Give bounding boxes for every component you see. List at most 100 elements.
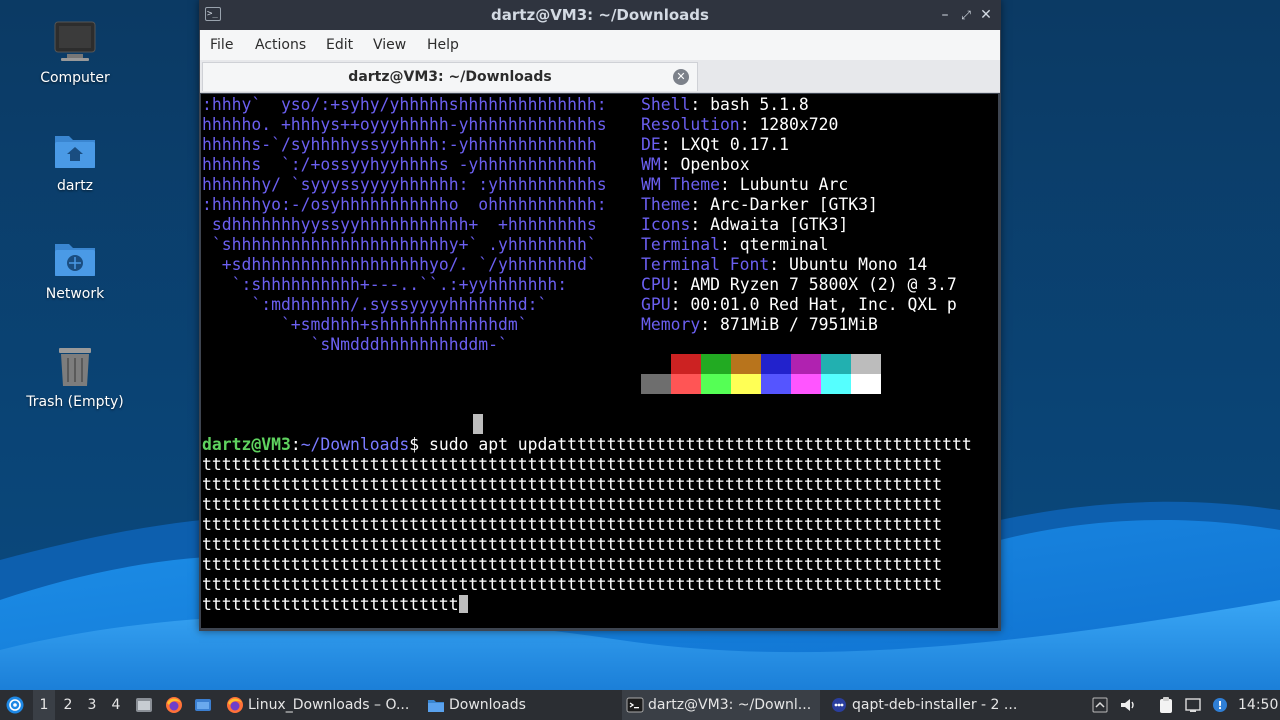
system-info-value: 871MiB / 7951MiB — [719, 315, 878, 334]
ascii-logo-line: `sNmdddhhhhhhhhddm-` — [202, 335, 508, 354]
command-area[interactable]: dartz@VM3:~/Downloads$ sudo apt updatttt… — [202, 435, 972, 615]
terminal-tab[interactable]: dartz@VM3: ~/Downloads ✕ — [202, 62, 698, 91]
terminal-window[interactable]: >_ dartz@VM3: ~/Downloads – ⤢ ✕ File Act… — [199, 0, 1001, 631]
system-info-key: Terminal Font — [641, 255, 770, 274]
system-info-key: DE — [641, 135, 661, 154]
color-swatch — [851, 354, 881, 374]
system-info-value: LXQt 0.17.1 — [680, 135, 790, 154]
tab-close-icon[interactable]: ✕ — [673, 69, 689, 85]
system-info-key: Icons — [641, 215, 691, 234]
system-info-line: WM Theme: Lubuntu Arc — [641, 175, 849, 194]
prompt-path: ~/Downloads — [300, 435, 410, 454]
ascii-logo-line: :hhhhhyo:-/osyhhhhhhhhhhho ohhhhhhhhhhh: — [202, 195, 607, 214]
color-swatch — [641, 354, 671, 374]
system-info-line: Terminal: qterminal — [641, 235, 829, 254]
home-folder-icon — [53, 128, 97, 172]
system-info-value: AMD Ryzen 7 5800X (2) @ 3.7 — [690, 275, 957, 294]
system-info-value: Openbox — [680, 155, 750, 174]
task-downloads[interactable]: Downloads — [423, 690, 613, 720]
desktop-icon-label: Network — [45, 286, 105, 302]
installer-icon — [830, 696, 848, 714]
task-qapt-installer[interactable]: qapt-deb-installer - 2 ... — [826, 690, 1026, 720]
task-label: Downloads — [449, 697, 526, 713]
volume-icon[interactable] — [1119, 696, 1137, 714]
desktop-icon-label: dartz — [56, 178, 94, 194]
command-continuation: tttttttttttttttttttttttttttttttttttttttt… — [202, 455, 943, 594]
color-swatch — [851, 374, 881, 394]
system-info-key: GPU — [641, 295, 671, 314]
system-info: Shell: bash 5.1.8 Resolution: 1280x720 DE:… — [641, 95, 957, 335]
ascii-logo-line: sdhhhhhhhyyssyyhhhhhhhhhhh+ +hhhhhhhhs — [202, 215, 597, 234]
ascii-logo-line: `shhhhhhhhhhhhhhhhhhhhhhy+` .yhhhhhhhh` — [202, 235, 597, 254]
system-info-key: Resolution — [641, 115, 740, 134]
system-info-line: WM: Openbox — [641, 155, 750, 174]
lubuntu-menu-icon[interactable] — [6, 696, 24, 714]
color-palette-normal — [641, 354, 881, 374]
desktop-icon-computer[interactable]: Computer — [20, 20, 130, 86]
desktop-icon-trash[interactable]: Trash (Empty) — [20, 344, 130, 410]
firefox-icon[interactable] — [165, 696, 183, 714]
ascii-logo-line: `:mdhhhhhh/.syssyyyyhhhhhhhd:` — [202, 295, 548, 314]
system-info-key: Memory — [641, 315, 701, 334]
system-info-key: CPU — [641, 275, 671, 294]
menu-file[interactable]: File — [210, 37, 233, 53]
close-button[interactable]: ✕ — [976, 5, 996, 25]
system-info-line: GPU: 00:01.0 Red Hat, Inc. QXL p — [641, 295, 957, 314]
system-info-key: WM — [641, 155, 661, 174]
folder-icon — [427, 696, 445, 714]
workspace-2[interactable]: 2 — [57, 690, 79, 720]
menu-view[interactable]: View — [373, 37, 406, 53]
task-firefox[interactable]: Linux_Downloads – O... — [222, 690, 417, 720]
color-swatch — [821, 354, 851, 374]
tray-expand-icon[interactable] — [1091, 696, 1109, 714]
ascii-logo-line: `+smdhhh+shhhhhhhhhhhhdm` — [202, 315, 528, 334]
workspace-4[interactable]: 4 — [105, 690, 127, 720]
color-swatch — [791, 374, 821, 394]
clock[interactable]: 14:50 — [1238, 690, 1278, 720]
desktop-icon-network[interactable]: Network — [20, 236, 130, 302]
command-text: sudo apt updattttttttttttttttttttttttttt… — [429, 435, 972, 454]
minimize-button[interactable]: – — [935, 5, 955, 25]
desktop-icon-label: Computer — [40, 70, 110, 86]
mouse-text-cursor — [473, 414, 483, 434]
svg-text:!: ! — [1217, 699, 1222, 712]
ascii-logo-line: `:shhhhhhhhhh+---..``.:+yyhhhhhhh: — [202, 275, 568, 294]
terminal-output[interactable]: :hhhy` yso/:+syhy/yhhhhhshhhhhhhhhhhhhh:… — [201, 94, 998, 628]
color-swatch — [701, 374, 731, 394]
menu-edit[interactable]: Edit — [326, 37, 353, 53]
network-status-icon[interactable] — [1184, 696, 1202, 714]
firefox-icon — [226, 696, 244, 714]
window-title: dartz@VM3: ~/Downloads — [491, 6, 709, 24]
system-info-value: Ubuntu Mono 14 — [789, 255, 928, 274]
menu-help[interactable]: Help — [427, 37, 459, 53]
task-label: dartz@VM3: ~/Downl... — [648, 697, 812, 713]
window-titlebar[interactable]: >_ dartz@VM3: ~/Downloads – ⤢ ✕ — [199, 0, 1001, 30]
update-notifier-icon[interactable]: ! — [1211, 696, 1229, 714]
show-desktop-icon[interactable] — [135, 696, 153, 714]
system-info-value: Lubuntu Arc — [739, 175, 849, 194]
ascii-logo-line: hhhhhs-`/syhhhhyssyyhhhh:-yhhhhhhhhhhhhh — [202, 135, 597, 154]
ascii-logo-line: hhhhhs `:/+ossyyhyyhhhhs -yhhhhhhhhhhhh — [202, 155, 597, 174]
workspace-3[interactable]: 3 — [81, 690, 103, 720]
prompt-symbol: $ — [409, 435, 420, 454]
file-manager-icon[interactable] — [194, 696, 212, 714]
color-swatch — [641, 374, 671, 394]
system-info-key: WM Theme — [641, 175, 720, 194]
trash-icon — [53, 344, 97, 388]
color-swatch — [731, 354, 761, 374]
system-info-value: qterminal — [739, 235, 829, 254]
system-info-line: Memory: 871MiB / 7951MiB — [641, 315, 878, 334]
task-terminal[interactable]: dartz@VM3: ~/Downl... — [622, 690, 820, 720]
taskbar: 1 2 3 4 Linux_Downloads – O... Downloads… — [0, 690, 1280, 720]
text-cursor — [458, 595, 468, 613]
workspace-1[interactable]: 1 — [33, 690, 55, 720]
ascii-logo-line: +sdhhhhhhhhhhhhhhhhhhyo/. `/yhhhhhhhd` — [202, 255, 597, 274]
color-swatch — [671, 354, 701, 374]
maximize-button[interactable]: ⤢ — [956, 5, 976, 25]
system-info-key: Theme — [641, 195, 691, 214]
menu-actions[interactable]: Actions — [255, 37, 306, 53]
system-info-line: Theme: Arc-Darker [GTK3] — [641, 195, 878, 214]
system-info-value: bash 5.1.8 — [710, 95, 809, 114]
clipboard-icon[interactable] — [1157, 696, 1175, 714]
desktop-icon-home[interactable]: dartz — [20, 128, 130, 194]
